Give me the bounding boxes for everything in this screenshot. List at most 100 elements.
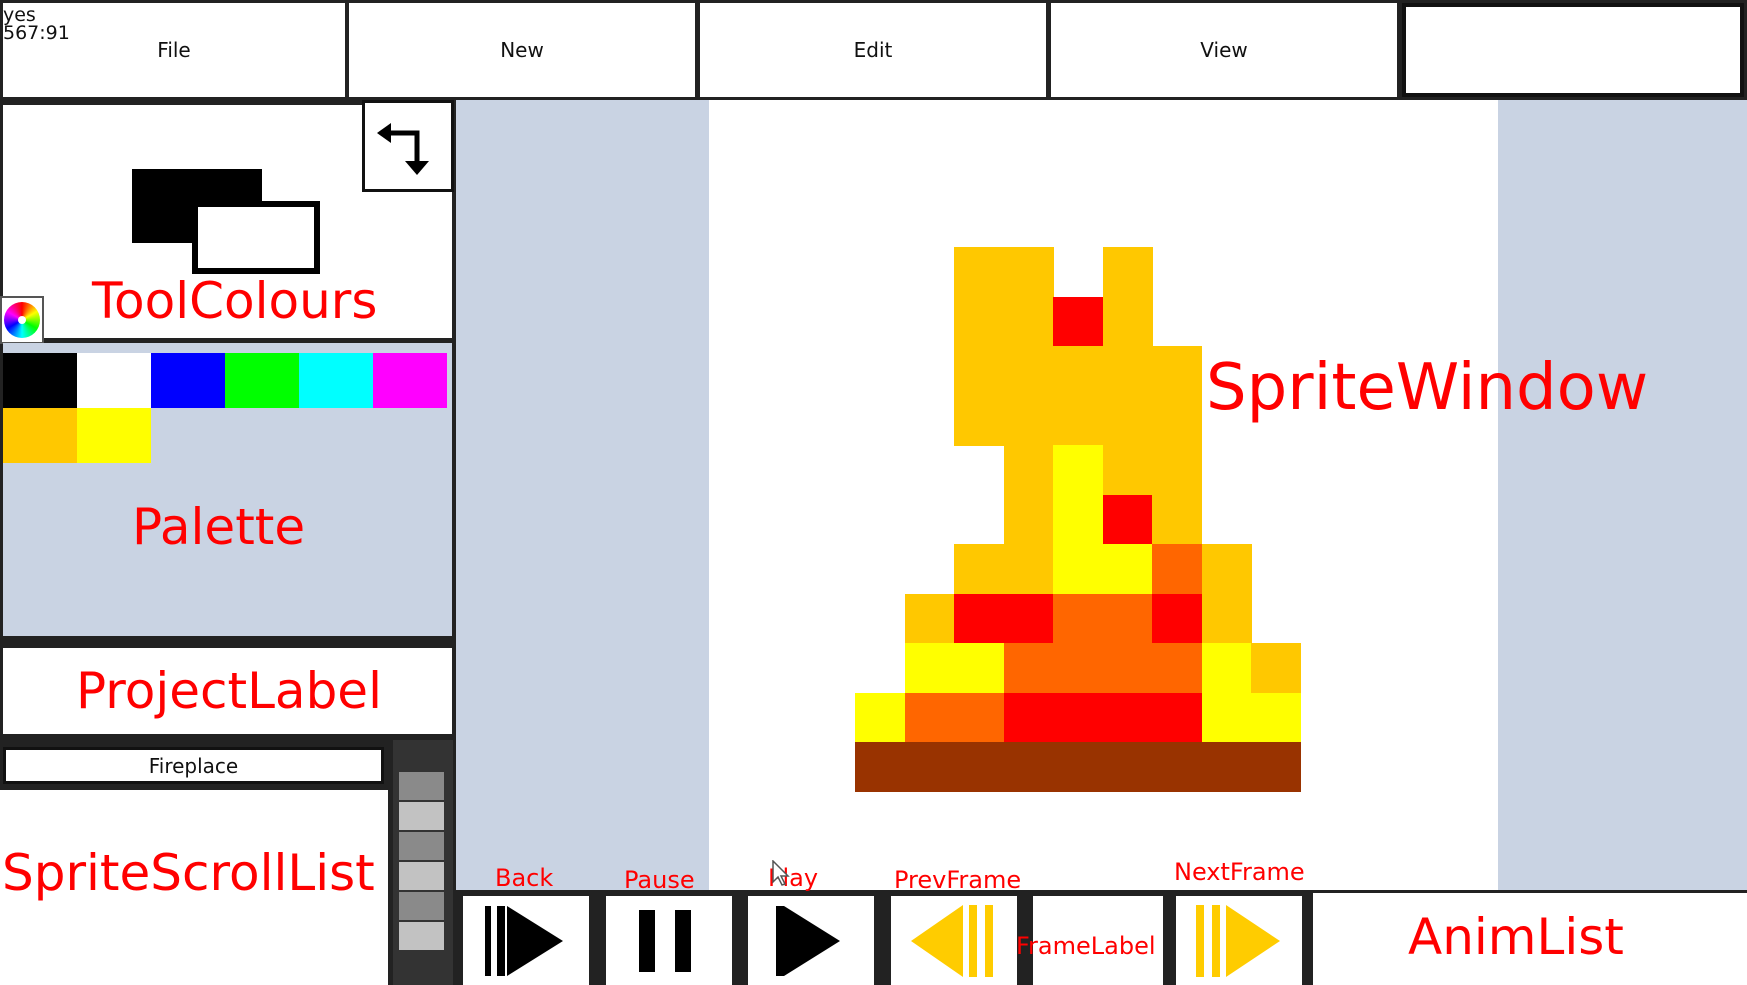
sprite-pixel [1201, 643, 1252, 693]
pause-label: Pause [624, 866, 695, 894]
palette-colour-cyan[interactable] [299, 353, 373, 408]
frame-label: FrameLabel [1016, 932, 1156, 960]
sprite-pixel [1003, 643, 1054, 693]
sprite-pixel [1003, 346, 1054, 396]
sprite-pixel [1152, 643, 1202, 693]
play-button[interactable] [748, 896, 874, 985]
swap-colours-button[interactable] [362, 100, 454, 192]
mouse-cursor-icon [772, 860, 790, 886]
sprite-pixel [1152, 445, 1202, 495]
palette-label: Palette [132, 498, 306, 556]
menu-view-label: View [1200, 38, 1248, 62]
swap-colours-icon [377, 123, 429, 175]
palette-colour-green[interactable] [225, 353, 299, 408]
sprite-window-label: SpriteWindow [1206, 351, 1649, 425]
sprite-pixel [1152, 494, 1202, 545]
sprite-pixel [1102, 643, 1153, 693]
sprite-pixel [1251, 692, 1301, 743]
sprite-pixel [1053, 544, 1103, 594]
sprite-pixel [1003, 445, 1054, 495]
play-icon [776, 905, 840, 976]
back-label: Back [495, 864, 554, 892]
scrollbar-segment[interactable] [399, 802, 444, 830]
scrollbar-segment[interactable] [399, 772, 444, 800]
sprite-pixel [1003, 296, 1054, 347]
pause-icon [639, 909, 691, 972]
back-button[interactable] [463, 896, 589, 985]
colour-wheel-button[interactable] [0, 296, 44, 344]
palette-colour-blue[interactable] [151, 353, 225, 408]
sprite-pixel [954, 247, 1004, 297]
sprite-canvas[interactable] [709, 100, 1498, 890]
sprite-pixel [1053, 643, 1103, 693]
palette-colour-orange[interactable] [3, 408, 77, 463]
sprite-pixel [1102, 494, 1153, 545]
tool-colours-label: ToolColours [92, 272, 378, 330]
sprite-pixel [1003, 395, 1054, 446]
colour-wheel-icon [4, 302, 40, 338]
scrollbar-segment[interactable] [399, 892, 444, 920]
sprite-pixel [1201, 692, 1252, 743]
sprite-pixel [1152, 544, 1202, 594]
palette-colour-black[interactable] [3, 353, 77, 408]
sprite-pixel [1053, 494, 1103, 545]
menu-view-button[interactable]: View [1051, 3, 1397, 97]
sprite-pixel [954, 593, 1004, 644]
palette-colour-yellow[interactable] [77, 408, 151, 463]
project-label: ProjectLabel [76, 662, 382, 720]
sprite-pixel [954, 643, 1004, 693]
sprite-pixel [1102, 445, 1153, 495]
scrollbar-segment[interactable] [399, 862, 444, 890]
sprite-pixel [954, 395, 1004, 446]
scrollbar-segment[interactable] [399, 922, 444, 950]
sprite-list-item[interactable]: Fireplace [3, 747, 384, 784]
palette-colour-white[interactable] [77, 353, 151, 408]
anim-list-label: AnimList [1408, 908, 1624, 966]
sprite-pixel [1152, 346, 1202, 396]
sprite-pixel [1053, 296, 1103, 347]
next-frame-label: NextFrame [1174, 858, 1305, 886]
sprite-pixel [1003, 494, 1054, 545]
sprite-pixel [1053, 346, 1103, 396]
menu-edit-label: Edit [853, 38, 893, 62]
menu-new-label: New [500, 38, 544, 62]
sprite-pixel [1003, 593, 1054, 644]
scrollbar-segment[interactable] [399, 832, 444, 860]
next-frame-button[interactable] [1176, 896, 1302, 985]
sprite-pixel [1201, 544, 1252, 594]
sprite-pixel [1102, 395, 1153, 446]
sprite-pixel [954, 544, 1004, 594]
menu-new-button[interactable]: New [349, 3, 695, 97]
debug-line-2: 567:91 [3, 22, 70, 44]
sprite-pixel [855, 692, 905, 743]
sprite-pixel-log [855, 742, 1301, 792]
prev-frame-label: PrevFrame [894, 866, 1022, 894]
background-colour-swatch[interactable] [192, 201, 320, 274]
sprite-pixel [904, 593, 955, 644]
pause-button[interactable] [606, 896, 732, 985]
sprite-pixel [904, 643, 955, 693]
sprite-pixel [1102, 544, 1153, 594]
sprite-pixel [1102, 346, 1153, 396]
sprite-pixel [1003, 544, 1054, 594]
sprite-pixel [1152, 692, 1202, 743]
sprite-pixel [1251, 643, 1301, 693]
sprite-pixel [954, 692, 1004, 743]
sprite-pixel [1102, 692, 1153, 743]
palette-colour-magenta[interactable] [373, 353, 447, 408]
sprite-pixel [954, 296, 1004, 347]
prev-frame-button[interactable] [891, 896, 1017, 985]
prev-frame-icon [911, 904, 993, 977]
sprite-pixel [1053, 445, 1103, 495]
sprite-scroll-list-label: SpriteScrollList [2, 844, 375, 902]
sprite-pixel [1102, 593, 1153, 644]
menu-edit-button[interactable]: Edit [700, 3, 1046, 97]
sprite-list-scrollbar[interactable] [393, 740, 453, 985]
sprite-pixel [954, 346, 1004, 396]
palette-panel [3, 343, 452, 636]
sprite-pixel [1152, 395, 1202, 446]
next-frame-icon [1196, 904, 1280, 977]
skip-back-icon [485, 905, 563, 976]
sprite-pixel [1152, 593, 1202, 644]
debug-readout: yes 567:91 [3, 6, 70, 44]
